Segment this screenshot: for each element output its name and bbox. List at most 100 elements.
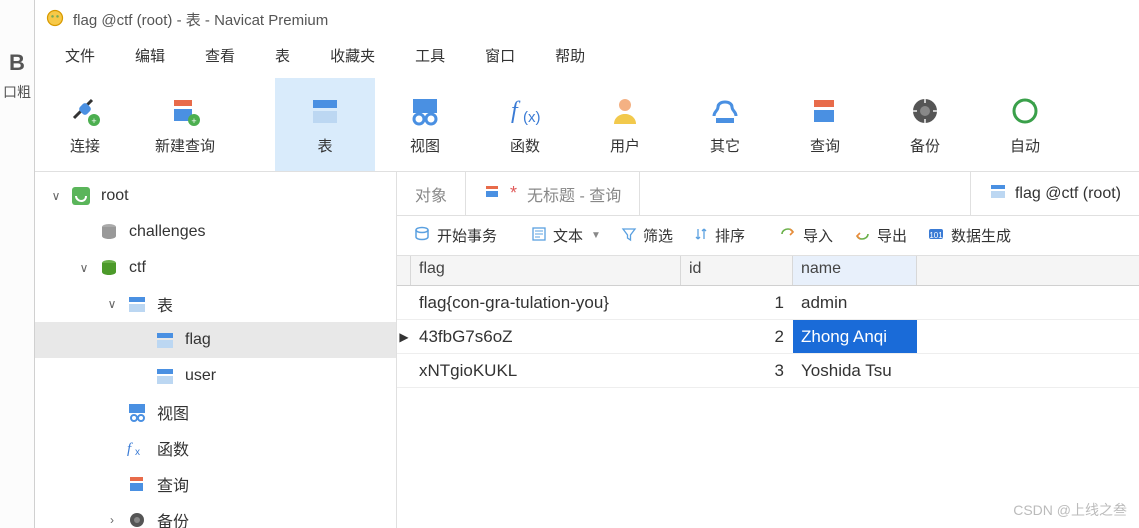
db-icon <box>413 225 431 247</box>
menu-item[interactable]: 帮助 <box>535 41 605 70</box>
tree-node[interactable]: 视图 <box>35 394 396 430</box>
menu-item[interactable]: 工具 <box>395 41 465 70</box>
tree-label: 视图 <box>157 400 189 424</box>
toolbar-label: 查询 <box>810 135 840 156</box>
grid-header: flag id name <box>397 256 1139 286</box>
tree-node[interactable]: fx函数 <box>35 430 396 466</box>
view-icon <box>407 93 443 129</box>
toolbar-other-button[interactable]: 其它 <box>675 78 775 171</box>
toolbar-auto-button[interactable]: 自动 <box>975 78 1075 171</box>
chevron-icon[interactable]: › <box>103 513 121 527</box>
tree-node[interactable]: ∨ctf <box>35 250 396 286</box>
toolbar-query-button[interactable]: 查询 <box>775 78 875 171</box>
begin-transaction-button[interactable]: 开始事务 <box>403 221 507 251</box>
tab-label: 对象 <box>415 182 447 206</box>
column-header-id[interactable]: id <box>681 256 793 285</box>
filter-button[interactable]: 筛选 <box>611 221 683 250</box>
table-row[interactable]: ▶43fbG7s6oZ2Zhong Anqi <box>397 320 1139 354</box>
toolbar-newq-button[interactable]: +新建查询 <box>135 78 235 171</box>
cell-id[interactable]: 3 <box>681 354 793 387</box>
tab-objects[interactable]: 对象 <box>397 172 466 215</box>
bold-b[interactable]: B <box>0 0 34 76</box>
tree-node[interactable]: challenges <box>35 214 396 250</box>
tree-label: flag <box>185 331 211 349</box>
header-corner <box>397 256 411 285</box>
svg-text:+: + <box>191 116 196 126</box>
tree-node[interactable]: 查询 <box>35 466 396 502</box>
db-green-icon <box>97 256 121 280</box>
sort-icon <box>693 226 709 246</box>
table-icon <box>307 93 343 129</box>
cell-name[interactable]: admin <box>793 286 917 319</box>
import-icon <box>779 226 797 246</box>
tree-node[interactable]: ∨表 <box>35 286 396 322</box>
button-label: 数据生成 <box>951 225 1011 246</box>
tree-node[interactable]: flag <box>35 322 396 358</box>
tabstrip: 对象 * 无标题 - 查询 flag @ctf (root) <box>397 172 1139 216</box>
tab-flag-table[interactable]: flag @ctf (root) <box>970 172 1139 215</box>
button-label: 导入 <box>803 225 833 246</box>
data-gen-button[interactable]: 101 数据生成 <box>917 221 1021 250</box>
data-grid[interactable]: flag id name flag{con-gra-tulation-you}1… <box>397 256 1139 528</box>
toolbar-plug-button[interactable]: +连接 <box>35 78 135 171</box>
tree-node[interactable]: ›备份 <box>35 502 396 528</box>
row-indicator <box>397 286 411 319</box>
cell-name[interactable]: Zhong Anqi <box>793 320 917 353</box>
text-view-button[interactable]: 文本 ▼ <box>521 221 611 250</box>
toolbar-backup-button[interactable]: 备份 <box>875 78 975 171</box>
chevron-icon[interactable]: ∨ <box>47 189 65 203</box>
toolbar-label: 其它 <box>710 135 740 156</box>
chevron-icon[interactable]: ∨ <box>75 261 93 275</box>
menu-item[interactable]: 查看 <box>185 41 255 70</box>
tab-label: 无标题 - 查询 <box>527 182 621 206</box>
row-indicator <box>397 354 411 387</box>
toolbar-label: 用户 <box>610 135 640 156</box>
svg-text:(x): (x) <box>523 109 541 126</box>
backup-icon <box>907 93 943 129</box>
button-label: 排序 <box>715 225 745 246</box>
cell-flag[interactable]: 43fbG7s6oZ <box>411 320 681 353</box>
app-icon <box>45 8 65 31</box>
import-button[interactable]: 导入 <box>769 221 843 250</box>
svg-text:101: 101 <box>929 231 943 240</box>
toolbar-fx-button[interactable]: f(x)函数 <box>475 78 575 171</box>
svg-text:f: f <box>511 98 521 124</box>
svg-text:f: f <box>127 441 133 457</box>
menu-item[interactable]: 窗口 <box>465 41 535 70</box>
menu-item[interactable]: 文件 <box>45 41 115 70</box>
tree-node[interactable]: ∨ root <box>35 178 396 214</box>
menu-item[interactable]: 收藏夹 <box>310 41 395 70</box>
column-header-flag[interactable]: flag <box>411 256 681 285</box>
column-header-name[interactable]: name <box>793 256 917 285</box>
tab-untitled-query[interactable]: * 无标题 - 查询 <box>466 172 640 215</box>
menu-item[interactable]: 表 <box>255 41 310 70</box>
button-label: 文本 <box>553 225 583 246</box>
table-icon <box>153 328 177 352</box>
cell-flag[interactable]: xNTgioKUKL <box>411 354 681 387</box>
menu-item[interactable]: 编辑 <box>115 41 185 70</box>
chevron-icon[interactable]: ∨ <box>103 297 121 311</box>
toolbar-table-button[interactable]: 表 <box>275 78 375 171</box>
cell-flag[interactable]: flag{con-gra-tulation-you} <box>411 286 681 319</box>
export-button[interactable]: 导出 <box>843 221 917 250</box>
tree-label: root <box>101 187 129 205</box>
toolbar-view-button[interactable]: 视图 <box>375 78 475 171</box>
connection-tree[interactable]: ∨ root challenges∨ctf∨表 flag user 视图 fx函数查询›备份 <box>35 172 397 528</box>
toolbar-label: 表 <box>317 135 332 156</box>
table-icon <box>989 182 1007 205</box>
backup-icon <box>125 508 149 528</box>
table-row[interactable]: flag{con-gra-tulation-you}1admin <box>397 286 1139 320</box>
app-window: flag @ctf (root) - 表 - Navicat Premium 文… <box>35 0 1139 528</box>
table-row[interactable]: xNTgioKUKL3Yoshida Tsu <box>397 354 1139 388</box>
cell-name[interactable]: Yoshida Tsu <box>793 354 917 387</box>
host-left-panel: B 口粗 <box>0 0 35 528</box>
tab-label: flag @ctf (root) <box>1015 185 1121 203</box>
cell-id[interactable]: 1 <box>681 286 793 319</box>
auto-icon <box>1007 93 1043 129</box>
sort-button[interactable]: 排序 <box>683 221 755 250</box>
cell-id[interactable]: 2 <box>681 320 793 353</box>
button-label: 开始事务 <box>437 225 497 246</box>
tree-node[interactable]: user <box>35 358 396 394</box>
query-icon <box>807 93 843 129</box>
toolbar-user-button[interactable]: 用户 <box>575 78 675 171</box>
